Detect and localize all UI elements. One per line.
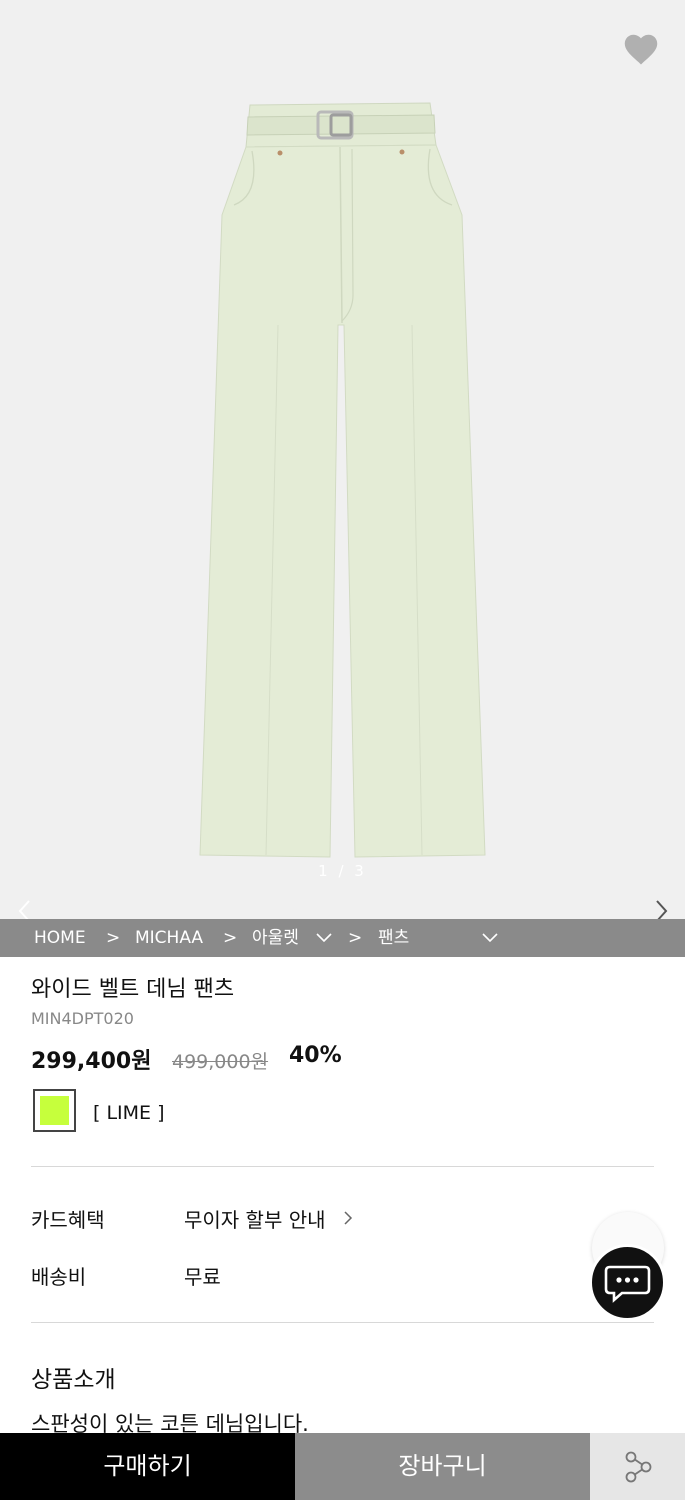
card-benefit-label: 카드혜택	[31, 1208, 105, 1232]
color-swatch[interactable]	[33, 1089, 76, 1132]
discount-rate: 40%	[289, 1043, 342, 1068]
product-image	[199, 102, 486, 858]
sale-price: 299,400원	[31, 1049, 152, 1074]
color-swatch-fill	[40, 1096, 69, 1125]
divider	[31, 1166, 654, 1167]
breadcrumb-home[interactable]: HOME	[34, 919, 86, 957]
breadcrumb-separator: >	[348, 928, 363, 948]
buy-button[interactable]: 구매하기	[0, 1433, 295, 1500]
chat-button[interactable]	[589, 1244, 666, 1321]
breadcrumb-separator: >	[106, 928, 121, 948]
color-name: [ LIME ]	[93, 1102, 165, 1124]
chevron-down-icon[interactable]	[481, 932, 499, 944]
original-price: 499,000원	[172, 1051, 269, 1073]
shipping-value: 무료	[184, 1265, 221, 1289]
divider	[31, 1322, 654, 1323]
image-page-indicator: 1 / 3	[318, 862, 367, 880]
chat-icon	[604, 1265, 651, 1303]
shipping-label: 배송비	[31, 1265, 87, 1289]
share-button[interactable]	[590, 1433, 685, 1500]
breadcrumb: HOME > MICHAA > 아울렛 > 팬츠	[0, 919, 685, 957]
chevron-right-icon[interactable]	[343, 1210, 353, 1226]
product-title: 와이드 벨트 데님 팬츠	[31, 977, 235, 1002]
heart-icon[interactable]	[622, 32, 660, 66]
installment-info-link[interactable]: 무이자 할부 안내	[184, 1204, 326, 1233]
chevron-down-icon[interactable]	[315, 932, 333, 944]
product-gallery[interactable]: 1 / 3	[0, 0, 685, 957]
bottom-action-bar: 구매하기 장바구니	[0, 1433, 685, 1500]
product-code: MIN4DPT020	[31, 1009, 134, 1028]
breadcrumb-subcategory[interactable]: 팬츠	[378, 919, 409, 957]
breadcrumb-brand[interactable]: MICHAA	[135, 919, 203, 957]
product-intro-title: 상품소개	[31, 1367, 116, 1393]
share-icon	[625, 1451, 652, 1483]
breadcrumb-separator: >	[223, 928, 238, 948]
breadcrumb-category[interactable]: 아울렛	[252, 919, 299, 957]
add-to-cart-button[interactable]: 장바구니	[295, 1433, 590, 1500]
